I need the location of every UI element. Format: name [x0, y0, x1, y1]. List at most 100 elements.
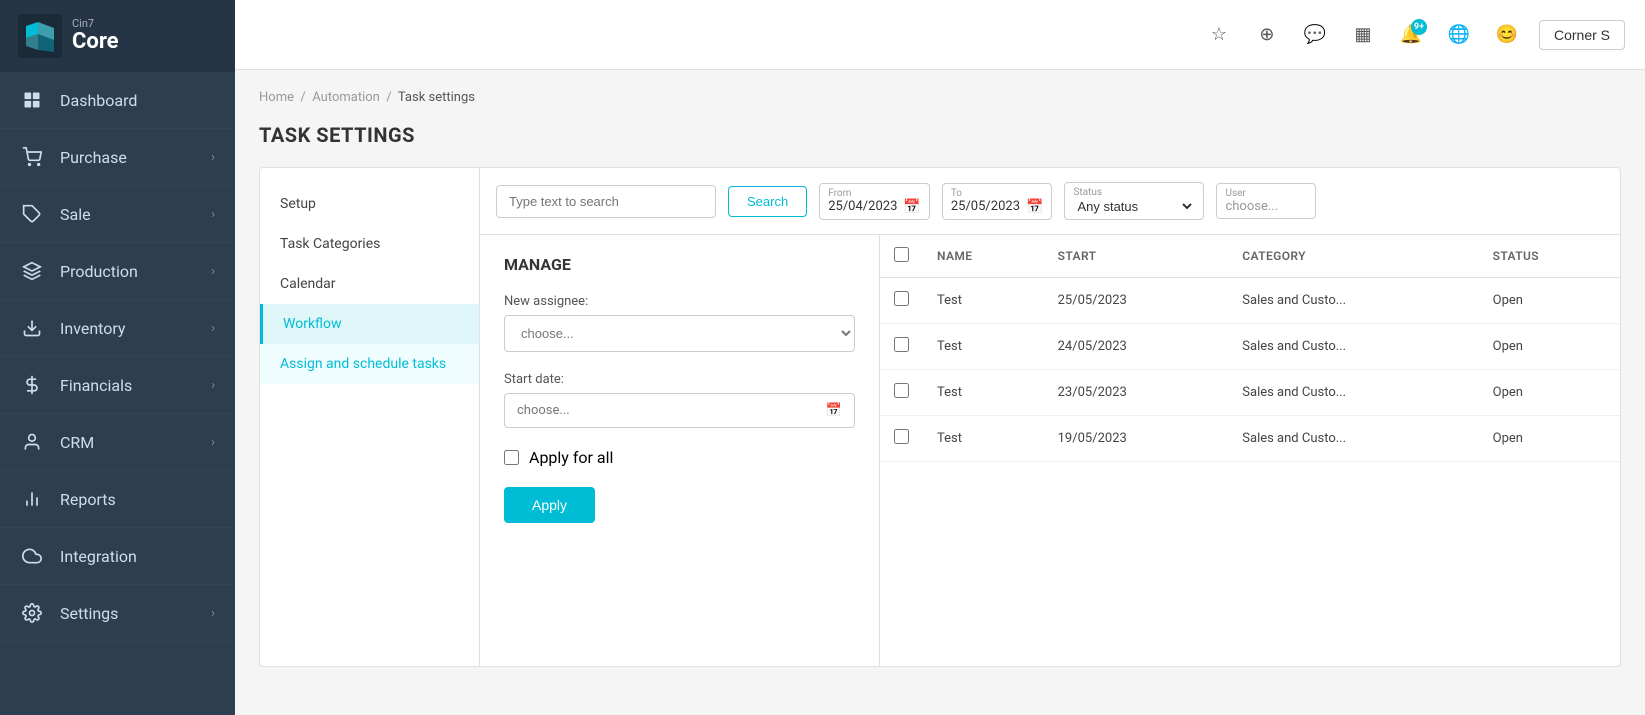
row-name-3: Test	[923, 416, 1044, 462]
assignee-select[interactable]: choose...	[504, 315, 855, 352]
task-table: NAME START CATEGORY STATUS Test 25/05/20…	[880, 235, 1620, 462]
grid-icon	[20, 88, 44, 112]
left-nav-item-calendar[interactable]: Calendar	[260, 264, 479, 304]
from-date-value: 25/04/2023	[828, 199, 897, 214]
row-name-0: Test	[923, 278, 1044, 324]
sidebar-label-settings: Settings	[60, 604, 118, 623]
left-nav-item-workflow[interactable]: Workflow	[260, 304, 479, 344]
globe-icon[interactable]: 🌐	[1443, 19, 1475, 51]
download-icon	[20, 316, 44, 340]
user-label: User	[1225, 188, 1307, 199]
left-nav-item-assign-schedule[interactable]: Assign and schedule tasks	[260, 344, 479, 384]
to-date-value: 25/05/2023	[951, 199, 1020, 214]
cart-icon	[20, 145, 44, 169]
bar-chart-icon	[20, 487, 44, 511]
chevron-right-icon: ›	[211, 435, 215, 450]
left-nav-item-setup[interactable]: Setup	[260, 184, 479, 224]
sidebar-item-reports[interactable]: Reports	[0, 471, 235, 528]
support-icon[interactable]: 😊	[1491, 19, 1523, 51]
to-date-field: To 25/05/2023 📅	[942, 183, 1053, 220]
table-header-status: STATUS	[1479, 235, 1620, 278]
table-panel: NAME START CATEGORY STATUS Test 25/05/20…	[880, 235, 1620, 666]
plus-icon[interactable]: ⊕	[1251, 19, 1283, 51]
table-header-name: NAME	[923, 235, 1044, 278]
status-label: Status	[1073, 187, 1195, 198]
sidebar-item-financials[interactable]: Financials ›	[0, 357, 235, 414]
chevron-right-icon: ›	[211, 606, 215, 621]
chevron-right-icon: ›	[211, 150, 215, 165]
status-field: Status Any status Open Closed In Progres…	[1064, 182, 1204, 220]
sidebar-item-inventory[interactable]: Inventory ›	[0, 300, 235, 357]
sidebar-item-purchase[interactable]: Purchase ›	[0, 129, 235, 186]
manage-panel: MANAGE New assignee: choose... Start dat…	[480, 235, 880, 666]
content-area: Home / Automation / Task settings TASK S…	[235, 70, 1645, 715]
cloud-icon	[20, 544, 44, 568]
from-calendar-icon[interactable]: 📅	[903, 199, 920, 215]
search-input[interactable]	[496, 185, 716, 218]
row-status-3: Open	[1479, 416, 1620, 462]
chevron-right-icon: ›	[211, 264, 215, 279]
sidebar-label-purchase: Purchase	[60, 148, 127, 167]
sidebar-item-dashboard[interactable]: Dashboard	[0, 72, 235, 129]
manage-title: MANAGE	[504, 255, 855, 274]
sidebar-item-crm[interactable]: CRM ›	[0, 414, 235, 471]
start-date-input[interactable]: choose... 📅	[504, 393, 855, 428]
from-label: From	[828, 188, 921, 199]
apply-button[interactable]: Apply	[504, 487, 595, 523]
assignee-label: New assignee:	[504, 294, 855, 309]
table-header-checkbox	[880, 235, 923, 278]
left-nav-item-task-categories[interactable]: Task Categories	[260, 224, 479, 264]
person-icon	[20, 430, 44, 454]
row-status-1: Open	[1479, 324, 1620, 370]
sidebar-item-settings[interactable]: Settings ›	[0, 585, 235, 642]
sidebar-label-financials: Financials	[60, 376, 132, 395]
row-name-2: Test	[923, 370, 1044, 416]
row-checkbox-cell	[880, 278, 923, 324]
breadcrumb-automation[interactable]: Automation	[312, 90, 380, 105]
apply-for-all-row: Apply for all	[504, 448, 855, 467]
row-checkbox-3[interactable]	[894, 429, 909, 444]
row-checkbox-1[interactable]	[894, 337, 909, 352]
sidebar-item-integration[interactable]: Integration	[0, 528, 235, 585]
chevron-right-icon: ›	[211, 321, 215, 336]
table-row: Test 24/05/2023 Sales and Custo... Open	[880, 324, 1620, 370]
row-category-2: Sales and Custo...	[1228, 370, 1478, 416]
row-checkbox-0[interactable]	[894, 291, 909, 306]
notification-icon[interactable]: 🔔 9+	[1395, 19, 1427, 51]
row-checkbox-cell	[880, 324, 923, 370]
topbar: ☆ ⊕ 💬 ▦ 🔔 9+ 🌐 😊 Corner S	[235, 0, 1645, 70]
start-date-label: Start date:	[504, 372, 855, 387]
chat-icon[interactable]: 💬	[1299, 19, 1331, 51]
star-icon[interactable]: ☆	[1203, 19, 1235, 51]
breadcrumb-current: Task settings	[398, 90, 475, 105]
apply-for-all-checkbox[interactable]	[504, 450, 519, 465]
row-start-3: 19/05/2023	[1044, 416, 1229, 462]
breadcrumb-home[interactable]: Home	[259, 90, 294, 105]
status-select[interactable]: Any status Open Closed In Progress	[1073, 198, 1195, 215]
corner-button[interactable]: Corner S	[1539, 20, 1625, 50]
calendar-icon[interactable]: ▦	[1347, 19, 1379, 51]
sidebar-label-production: Production	[60, 262, 138, 281]
user-field: User choose...	[1216, 183, 1316, 219]
to-calendar-icon[interactable]: 📅	[1026, 199, 1043, 215]
start-date-placeholder: choose...	[517, 403, 570, 418]
start-date-calendar-icon[interactable]: 📅	[826, 403, 842, 418]
split-view: MANAGE New assignee: choose... Start dat…	[480, 235, 1620, 666]
row-checkbox-2[interactable]	[894, 383, 909, 398]
sidebar-label-crm: CRM	[60, 433, 94, 452]
row-checkbox-cell	[880, 416, 923, 462]
search-button[interactable]: Search	[728, 186, 807, 217]
main-area: ☆ ⊕ 💬 ▦ 🔔 9+ 🌐 😊 Corner S Home / Automat…	[235, 0, 1645, 715]
dollar-icon	[20, 373, 44, 397]
row-start-2: 23/05/2023	[1044, 370, 1229, 416]
notification-badge: 9+	[1411, 19, 1427, 35]
sidebar-item-sale[interactable]: Sale ›	[0, 186, 235, 243]
breadcrumb: Home / Automation / Task settings	[259, 90, 1621, 105]
row-name-1: Test	[923, 324, 1044, 370]
table-row: Test 23/05/2023 Sales and Custo... Open	[880, 370, 1620, 416]
select-all-checkbox[interactable]	[894, 247, 909, 262]
sidebar-label-reports: Reports	[60, 490, 116, 509]
tag-icon	[20, 202, 44, 226]
sidebar-item-production[interactable]: Production ›	[0, 243, 235, 300]
to-label: To	[951, 188, 1044, 199]
